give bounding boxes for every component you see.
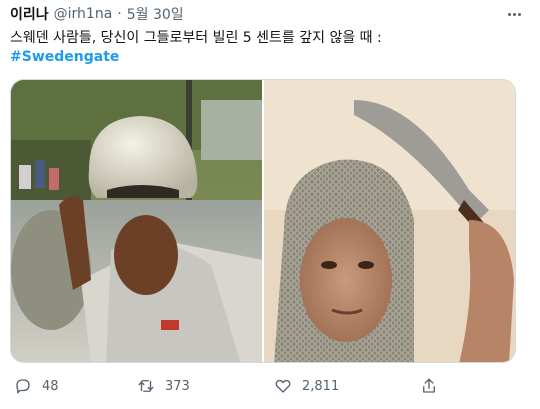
retweet-action[interactable]: 373	[137, 373, 190, 399]
share-icon	[423, 378, 435, 393]
reply-count: 48	[42, 378, 59, 394]
more-options-icon[interactable]	[502, 4, 526, 24]
tweet-header: 이리나 @irh1na · 5월 30일	[10, 4, 184, 24]
tweet-date[interactable]: 5월 30일	[127, 4, 184, 24]
photo-woman-chainmail-image	[264, 80, 515, 362]
photo-man-helmet-image	[11, 80, 262, 362]
share-action[interactable]	[420, 373, 438, 399]
retweet-count: 373	[165, 378, 190, 394]
like-count: 2,811	[302, 378, 340, 394]
author-name[interactable]: 이리나	[10, 4, 49, 24]
reply-icon	[16, 379, 30, 394]
like-action[interactable]: 2,811	[274, 373, 339, 399]
author-handle[interactable]: @irh1na	[54, 6, 113, 22]
heart-icon	[275, 379, 291, 393]
photo-woman-chainmail-sword[interactable]	[264, 80, 515, 362]
photo-man-helmet[interactable]	[11, 80, 262, 362]
media-grid	[10, 79, 516, 363]
tweet-text: 스웨덴 사람들, 당신이 그들로부터 빌린 5 센트를 갚지 않을 때 :	[10, 30, 382, 46]
tweet-actions: 48 373 2,811	[0, 373, 540, 399]
retweet-icon	[138, 380, 154, 392]
separator-dot: ·	[117, 6, 122, 22]
hashtag-link[interactable]: #Swedengate	[10, 47, 119, 67]
tweet[interactable]: 이리나 @irh1na · 5월 30일 스웨덴 사람들, 당신이 그들로부터 …	[0, 0, 540, 409]
reply-action[interactable]: 48	[14, 373, 59, 399]
